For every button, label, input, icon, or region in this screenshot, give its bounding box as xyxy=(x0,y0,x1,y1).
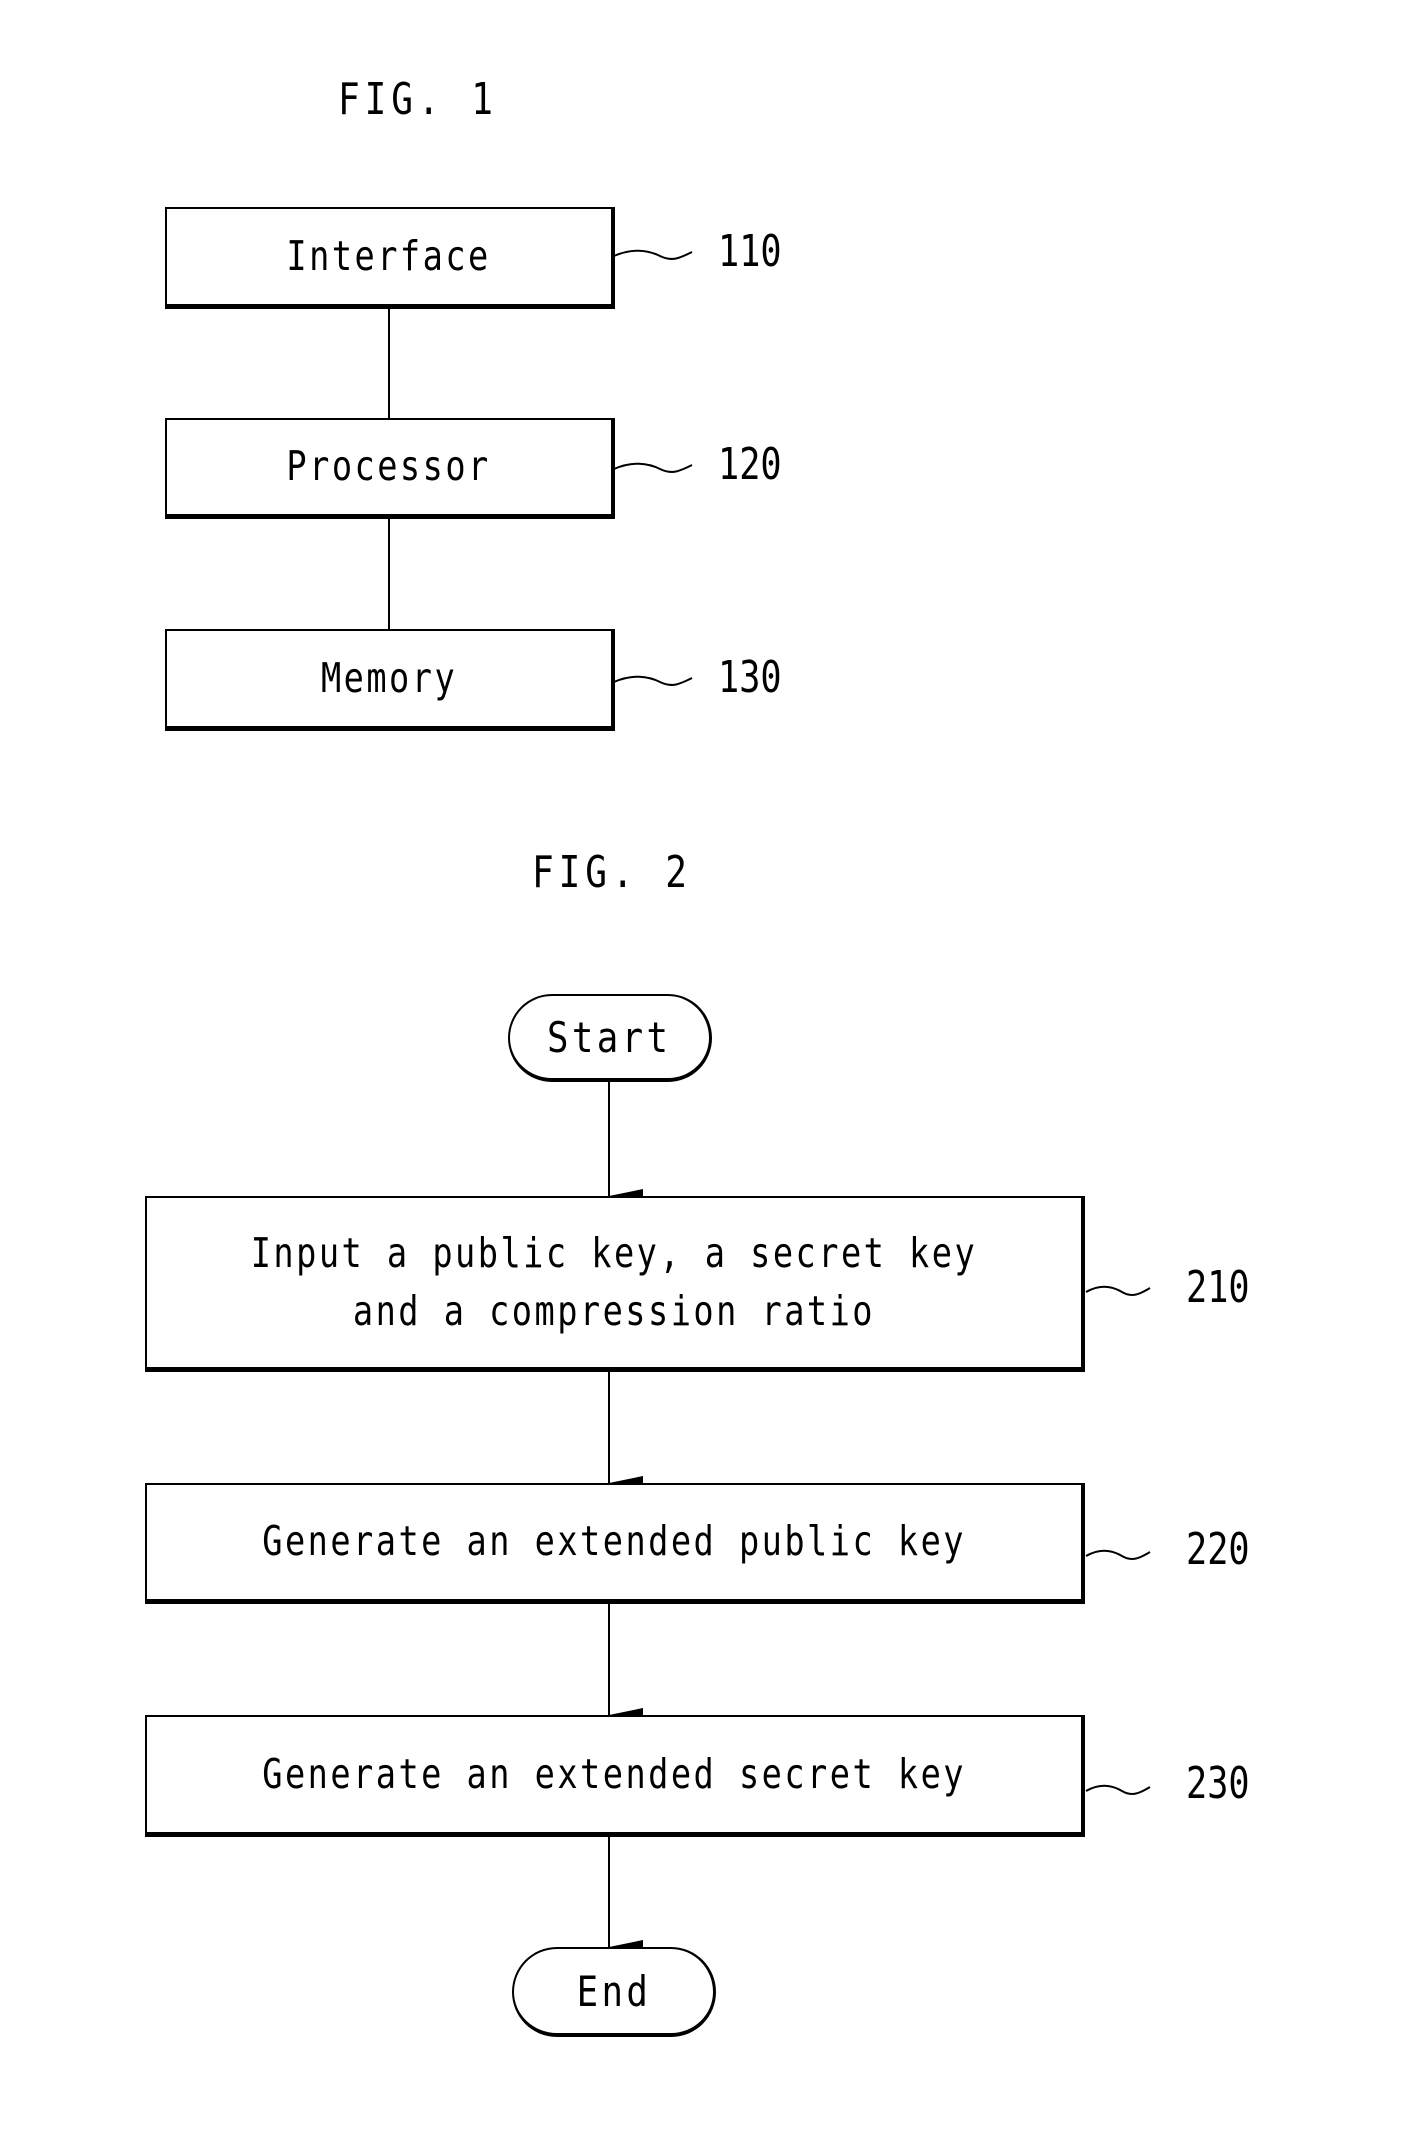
interface-label: Interface xyxy=(286,231,492,280)
ref-leader-210 xyxy=(1085,1285,1151,1296)
ref-230: 230 xyxy=(1186,1758,1250,1809)
ref-leader-130 xyxy=(613,675,693,686)
end-terminator: End xyxy=(512,1947,716,2037)
ref-120: 120 xyxy=(718,439,782,490)
ref-130: 130 xyxy=(718,652,782,703)
ref-leader-230 xyxy=(1085,1784,1151,1795)
memory-label: Memory xyxy=(320,653,458,702)
step-230-label: Generate an extended secret key xyxy=(262,1749,966,1798)
step-210-block: Input a public key, a secret key and a c… xyxy=(145,1196,1085,1372)
ref-220: 220 xyxy=(1186,1524,1250,1575)
fig1-title: FIG. 1 xyxy=(338,74,498,125)
ref-leader-110 xyxy=(613,249,693,260)
processor-label: Processor xyxy=(286,442,492,491)
ref-210: 210 xyxy=(1186,1262,1250,1313)
fig2-title: FIG. 2 xyxy=(532,847,692,898)
ref-leader-220 xyxy=(1085,1549,1151,1560)
ref-110: 110 xyxy=(718,226,782,277)
processor-block: Processor xyxy=(165,418,615,519)
step-230-block: Generate an extended secret key xyxy=(145,1715,1085,1837)
step-220-block: Generate an extended public key xyxy=(145,1483,1085,1604)
start-terminator: Start xyxy=(508,994,712,1082)
start-label: Start xyxy=(547,1012,672,1062)
memory-block: Memory xyxy=(165,629,615,731)
step-210-label: Input a public key, a secret key and a c… xyxy=(250,1229,978,1335)
step-220-label: Generate an extended public key xyxy=(262,1517,966,1566)
end-label: End xyxy=(576,1966,651,2016)
ref-leader-120 xyxy=(613,462,693,473)
interface-block: Interface xyxy=(165,207,615,309)
